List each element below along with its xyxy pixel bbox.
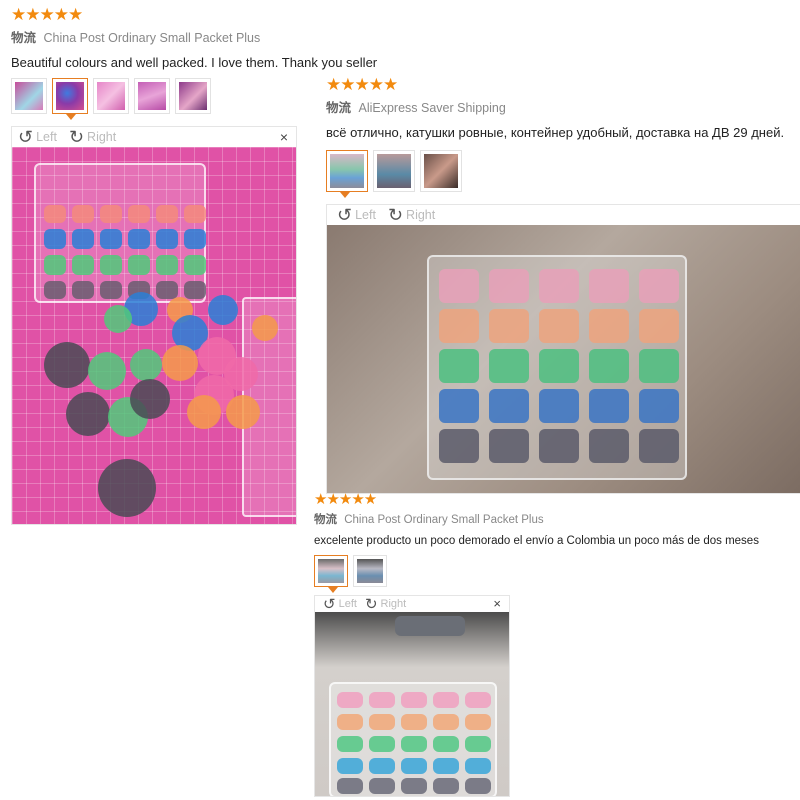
review-thumbnail-selected[interactable] xyxy=(314,555,348,593)
review-comment: excelente producto un poco demorado el e… xyxy=(314,535,759,547)
image-viewer: ↺ Left ↻ Right × xyxy=(11,126,297,525)
rotate-left-button[interactable]: ↺ Left xyxy=(18,128,57,146)
review-1: ★★★★★ 物流 China Post Ordinary Small Packe… xyxy=(11,6,377,525)
rotate-left-icon: ↺ xyxy=(323,595,336,613)
rotate-right-button[interactable]: ↻ Right xyxy=(69,128,116,146)
rating-stars: ★★★★★ xyxy=(326,75,398,94)
shipping-method: China Post Ordinary Small Packet Plus xyxy=(344,514,544,526)
review-comment: Beautiful colours and well packed. I lov… xyxy=(11,55,378,70)
rotate-left-label: Left xyxy=(355,208,376,222)
shipping-method: China Post Ordinary Small Packet Plus xyxy=(43,31,261,45)
rotate-left-label: Left xyxy=(36,130,57,144)
rotate-left-button[interactable]: ↺ Left xyxy=(323,597,357,612)
rotate-right-icon: ↻ xyxy=(68,127,85,147)
review-thumbnail-selected[interactable] xyxy=(52,78,88,120)
review-2: ★★★★★ 物流 AliExpress Saver Shipping всё о… xyxy=(326,76,800,494)
review-thumbnail[interactable] xyxy=(11,78,47,114)
rating-stars: ★★★★★ xyxy=(11,5,83,24)
review-comment: всё отлично, катушки ровные, контейнер у… xyxy=(326,125,785,140)
thumbnail-strip xyxy=(11,78,377,120)
review-photo xyxy=(315,612,509,796)
rotate-right-label: Right xyxy=(87,130,117,144)
close-icon[interactable]: × xyxy=(493,596,501,611)
thumbnail-strip xyxy=(314,555,759,593)
viewer-toolbar: ↺ Left ↻ Right xyxy=(327,205,800,225)
review-photo xyxy=(327,225,800,493)
rating-stars: ★★★★★ xyxy=(314,491,377,508)
review-thumbnail[interactable] xyxy=(93,78,129,114)
rotate-right-button[interactable]: ↻ Right xyxy=(388,206,435,224)
review-3: ★★★★★ 物流 China Post Ordinary Small Packe… xyxy=(314,492,759,797)
review-thumbnail[interactable] xyxy=(134,78,170,114)
review-thumbnail[interactable] xyxy=(373,150,415,192)
image-viewer: ↺ Left ↻ Right × xyxy=(314,595,510,797)
review-photo xyxy=(12,147,296,524)
rotate-left-button[interactable]: ↺ Left xyxy=(337,206,376,224)
shipping-label: 物流 xyxy=(314,514,337,526)
image-viewer: ↺ Left ↻ Right xyxy=(326,204,800,494)
rotate-right-label: Right xyxy=(380,598,407,610)
rotate-right-button[interactable]: ↻ Right xyxy=(365,597,406,612)
review-thumbnail[interactable] xyxy=(420,150,462,192)
shipping-info: 物流 AliExpress Saver Shipping xyxy=(326,97,800,116)
shipping-info: 物流 China Post Ordinary Small Packet Plus xyxy=(11,27,377,46)
rotate-right-icon: ↻ xyxy=(364,595,378,613)
viewer-toolbar: ↺ Left ↻ Right × xyxy=(12,127,296,147)
close-icon[interactable]: × xyxy=(280,129,288,145)
review-thumbnail[interactable] xyxy=(175,78,211,114)
shipping-info: 物流 China Post Ordinary Small Packet Plus xyxy=(314,511,759,527)
shipping-label: 物流 xyxy=(11,31,37,45)
viewer-toolbar: ↺ Left ↻ Right × xyxy=(315,596,509,612)
rotate-right-label: Right xyxy=(406,208,436,222)
thumbnail-strip xyxy=(326,150,800,198)
rotate-left-label: Left xyxy=(338,598,357,610)
rotate-left-icon: ↺ xyxy=(18,127,34,147)
rotate-right-icon: ↻ xyxy=(387,205,404,225)
review-thumbnail[interactable] xyxy=(353,555,387,587)
shipping-label: 物流 xyxy=(326,101,352,115)
rotate-left-icon: ↺ xyxy=(337,205,353,225)
review-thumbnail-selected[interactable] xyxy=(326,150,368,198)
shipping-method: AliExpress Saver Shipping xyxy=(358,101,506,115)
